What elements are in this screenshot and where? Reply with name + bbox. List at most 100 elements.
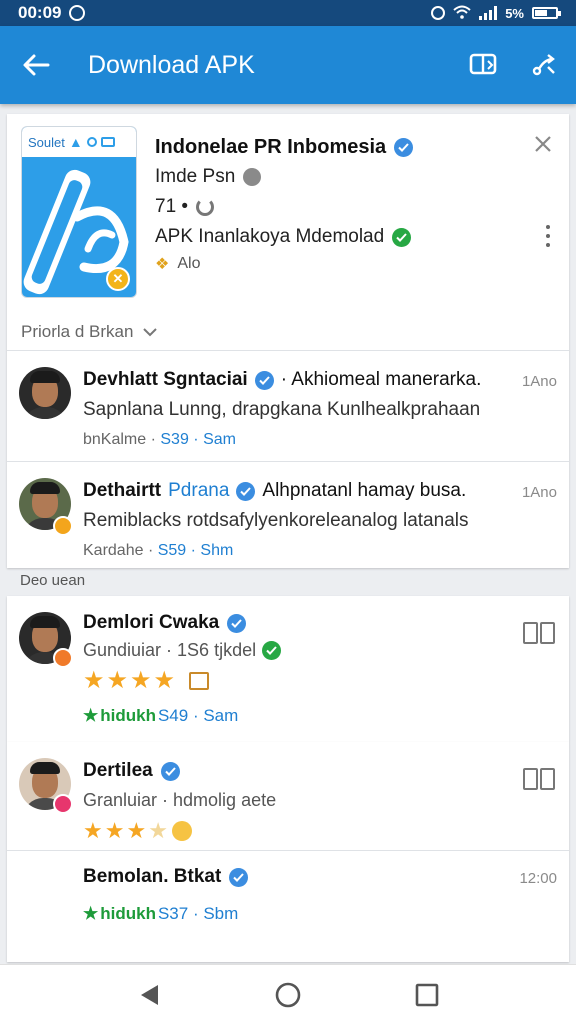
review-tag: hidukh bbox=[100, 706, 156, 725]
app-badge-icon: ✕ bbox=[106, 267, 130, 291]
comment-item[interactable]: Dethairtt Pdrana Alhpnatanl hamay busa. … bbox=[7, 462, 569, 572]
avatar[interactable] bbox=[19, 367, 71, 419]
sort-label: Priorla d Brkan bbox=[21, 322, 134, 341]
share-button[interactable] bbox=[514, 26, 576, 104]
star-icon: ★ bbox=[83, 818, 103, 843]
users-icon: ❖ bbox=[155, 256, 170, 273]
review-card[interactable]: Demlori Cwaka Gundiuiar · 1S6 tjkdel ★ ★ ★… bbox=[7, 596, 569, 742]
reviewer-name[interactable]: Bemolan. Btkat bbox=[83, 866, 221, 888]
signal-icon bbox=[479, 6, 498, 20]
review-card[interactable]: Dertilea Granluiar · hdmolig aete ★ ★ ★ ★ B… bbox=[7, 742, 569, 962]
triangle-back-icon bbox=[141, 984, 159, 1005]
star-rating: ★ ★ ★ ★ bbox=[83, 666, 210, 695]
comment-link[interactable]: S59 · Shm bbox=[158, 542, 234, 559]
comment-inline-text: Alhpnatanl hamay busa. bbox=[262, 480, 467, 501]
comment-link[interactable]: S39 · Sam bbox=[160, 431, 236, 448]
reviewer-name[interactable]: Dertilea bbox=[83, 760, 153, 782]
check-icon bbox=[392, 227, 412, 247]
comment-inline-text: · Akhiomeal manerarka. bbox=[280, 369, 482, 390]
divider bbox=[7, 850, 569, 851]
app-version: 71 • bbox=[155, 196, 189, 217]
emoji-icon bbox=[171, 821, 192, 841]
page-title: Download APK bbox=[88, 50, 255, 79]
review-link[interactable]: S49 · Sam bbox=[158, 706, 238, 726]
verified-icon bbox=[229, 867, 249, 887]
open-book-button[interactable] bbox=[452, 26, 514, 104]
report-icon[interactable] bbox=[523, 622, 555, 644]
app-title: Indonelae PR Inbomesia bbox=[155, 136, 387, 158]
star-icon: ★ bbox=[83, 667, 105, 694]
nav-back-button[interactable] bbox=[119, 965, 179, 1024]
section-label: Deo uean bbox=[20, 572, 86, 589]
verified-icon bbox=[254, 370, 274, 390]
notification-icon bbox=[69, 5, 86, 21]
globe-icon bbox=[243, 168, 262, 186]
app-description: APK Inanlakoya Mdemolad bbox=[155, 226, 385, 247]
star-rating: ★ ★ ★ ★ bbox=[83, 818, 192, 844]
system-nav-bar bbox=[0, 964, 576, 1024]
app-publisher: Imde Psn bbox=[155, 166, 236, 187]
review-subtitle: Granluiar · hdmolig aete bbox=[83, 790, 277, 810]
review-time: 12:00 bbox=[519, 870, 557, 887]
comment-item[interactable]: Devhlatt Sgntaciai · Akhiomeal manerarka… bbox=[7, 351, 569, 461]
image-icon bbox=[189, 671, 210, 690]
star-icon: ★ bbox=[106, 667, 129, 694]
battery-icon bbox=[532, 7, 561, 19]
user-badge-icon bbox=[53, 794, 73, 814]
content-area[interactable]: Soulet ▲ ✕ Indonelae PR Inbomesia Imde P… bbox=[0, 104, 576, 964]
user-badge-icon bbox=[53, 648, 73, 668]
comment-author[interactable]: Dethairtt bbox=[83, 480, 161, 502]
arrow-left-icon bbox=[23, 54, 50, 76]
report-icon[interactable] bbox=[523, 768, 555, 790]
chevron-down-icon bbox=[143, 327, 158, 336]
battery-percent: 5% bbox=[505, 5, 524, 21]
review-link[interactable]: S37 · Sbm bbox=[158, 904, 238, 924]
more-options-button[interactable] bbox=[541, 222, 555, 250]
review-subtitle: Gundiuiar · 1S6 tjkdel bbox=[83, 640, 257, 660]
review-tag: hidukh bbox=[100, 904, 156, 923]
close-icon bbox=[535, 136, 551, 152]
verified-icon bbox=[236, 481, 256, 501]
green-star-icon: ★ bbox=[83, 706, 99, 725]
nav-recents-button[interactable] bbox=[397, 965, 457, 1024]
close-button[interactable] bbox=[529, 130, 557, 158]
star-icon: ★ bbox=[104, 818, 125, 843]
sort-dropdown[interactable]: Priorla d Brkan bbox=[21, 322, 158, 342]
star-icon: ★ bbox=[153, 667, 176, 694]
comment-meta: Kardahe · bbox=[83, 542, 154, 559]
star-icon: ★ bbox=[126, 818, 147, 843]
tv-icon bbox=[100, 137, 115, 147]
user-badge-icon bbox=[53, 516, 73, 536]
circle-icon bbox=[86, 137, 97, 147]
status-time: 00:09 bbox=[18, 3, 62, 22]
verified-icon bbox=[160, 761, 180, 781]
status-bar: 00:09 5% bbox=[0, 0, 576, 26]
verified-icon bbox=[227, 613, 247, 633]
bird-icon: ▲ bbox=[68, 134, 83, 150]
star-half-icon: ★ bbox=[148, 818, 168, 843]
comment-body: Remiblacks rotdsafylyenkoreleanalog lata… bbox=[83, 510, 469, 531]
nav-home-button[interactable] bbox=[258, 965, 318, 1024]
comment-time: 1Ano bbox=[521, 484, 557, 501]
comment-author[interactable]: Devhlatt Sgntaciai bbox=[83, 369, 248, 391]
app-meta: Alo bbox=[177, 255, 201, 272]
share-icon bbox=[532, 54, 555, 76]
circle-home-icon bbox=[275, 982, 301, 1007]
square-recents-icon bbox=[415, 983, 438, 1006]
alarm-icon bbox=[431, 6, 446, 20]
app-thumbnail[interactable]: Soulet ▲ ✕ bbox=[21, 126, 137, 298]
sync-icon bbox=[196, 198, 215, 216]
comment-meta: bnKalme · bbox=[83, 431, 156, 448]
book-icon bbox=[469, 53, 497, 75]
comment-author-link[interactable]: Pdrana bbox=[168, 480, 229, 502]
app-bar: Download APK bbox=[0, 26, 576, 104]
check-icon bbox=[262, 641, 282, 660]
reviewer-name[interactable]: Demlori Cwaka bbox=[83, 612, 219, 634]
verified-icon bbox=[394, 138, 414, 157]
app-info-card: Soulet ▲ ✕ Indonelae PR Inbomesia Imde P… bbox=[7, 114, 569, 568]
wifi-icon bbox=[453, 5, 471, 22]
green-star-icon: ★ bbox=[83, 904, 99, 923]
comment-body: Sapnlana Lunng, drapgkana Kunlhealkpraha… bbox=[83, 399, 481, 420]
comment-time: 1Ano bbox=[521, 373, 557, 390]
back-button[interactable] bbox=[0, 26, 72, 104]
